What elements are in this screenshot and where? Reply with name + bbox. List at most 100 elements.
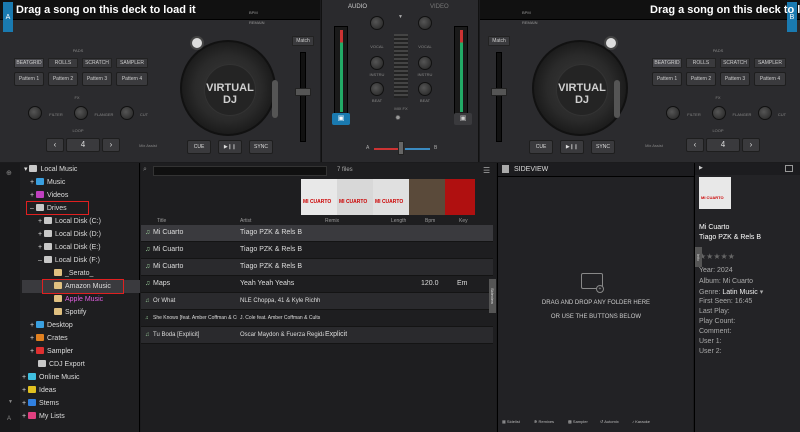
- tree-item-ideas[interactable]: + Ideas: [22, 385, 56, 397]
- tree-item-online-music[interactable]: + Online Music: [22, 372, 80, 384]
- column-header-artist[interactable]: Artist: [240, 218, 251, 224]
- sidebar-letter-icon[interactable]: A: [7, 416, 11, 422]
- tab-video[interactable]: VIDEO: [430, 4, 449, 10]
- instru-knob-right[interactable]: [418, 56, 432, 70]
- deck-letter[interactable]: A: [3, 2, 13, 32]
- pad-mode-beatgrid[interactable]: BEATGRID: [652, 58, 682, 68]
- pad-pattern-1[interactable]: Pattern 1: [14, 72, 44, 86]
- track-row[interactable]: ♫ Mi Cuarto Tiago PZK & Rels B: [141, 225, 493, 242]
- pitch-slider-handle[interactable]: [295, 88, 311, 96]
- rating-stars[interactable]: ★★★★★: [699, 252, 735, 261]
- tree-item-stems[interactable]: + Stems: [22, 398, 59, 410]
- pitch-slider-track[interactable]: [496, 52, 502, 142]
- cut-knob[interactable]: [758, 106, 772, 120]
- mix-fx-icon[interactable]: ✹: [395, 114, 401, 122]
- mix-assist-label[interactable]: Mix Assist: [642, 143, 666, 148]
- album-art-thumb[interactable]: MI CUARTO: [373, 179, 409, 215]
- column-header-key[interactable]: Key: [459, 218, 468, 224]
- pad-pattern-2[interactable]: Pattern 2: [48, 72, 78, 86]
- pad-mode-sampler[interactable]: SAMPLER: [754, 58, 786, 68]
- mixer-tab-arrow-icon[interactable]: ▼: [398, 14, 403, 20]
- track-row[interactable]: ♫ Or What NLE Choppa, 41 & Kyle Richh: [141, 293, 493, 310]
- pitch-slider-track[interactable]: [300, 52, 306, 142]
- tree-item-apple-music[interactable]: Apple Music: [54, 294, 103, 306]
- mix-assist-label[interactable]: Mix Assist: [136, 143, 160, 148]
- sync-button[interactable]: SYNC: [591, 140, 615, 154]
- pad-pattern-3[interactable]: Pattern 3: [82, 72, 112, 86]
- tree-item-cdj-export[interactable]: CDJ Export: [38, 359, 85, 371]
- loop-double-button[interactable]: ›: [102, 138, 120, 152]
- album-art-thumb[interactable]: [445, 179, 475, 215]
- filter-knob[interactable]: [666, 106, 680, 120]
- album-art-thumb[interactable]: MI CUARTO: [301, 179, 337, 215]
- pad-mode-sampler[interactable]: SAMPLER: [116, 58, 148, 68]
- column-header-length[interactable]: Length: [391, 218, 406, 224]
- play-pause-button[interactable]: ▶❙❙: [560, 140, 584, 154]
- pad-mode-scratch[interactable]: SCRATCH: [82, 58, 112, 68]
- tab-automix[interactable]: ↺ Automix: [600, 416, 619, 428]
- search-input[interactable]: [153, 166, 327, 176]
- pitch-slider-handle[interactable]: [491, 88, 507, 96]
- tree-item-disk-e[interactable]: + Local Disk (E:): [38, 242, 101, 254]
- track-row[interactable]: ♫ Mi Cuarto Tiago PZK & Rels B: [141, 242, 493, 259]
- play-pause-button[interactable]: ▶❙❙: [218, 140, 242, 154]
- headphone-left-button[interactable]: ▣: [332, 113, 350, 125]
- tab-remixes[interactable]: ✼ Remixes: [534, 416, 554, 428]
- tree-item-my-lists[interactable]: + My Lists: [22, 411, 65, 423]
- pad-pattern-3[interactable]: Pattern 3: [720, 72, 750, 86]
- tree-item-disk-f[interactable]: – Local Disk (F:): [38, 255, 100, 267]
- pad-pattern-2[interactable]: Pattern 2: [686, 72, 716, 86]
- tree-item-music[interactable]: + Music: [30, 177, 65, 189]
- album-art-thumb[interactable]: [409, 179, 445, 215]
- tab-audio[interactable]: AUDIO: [348, 4, 367, 10]
- column-header-title[interactable]: Title: [157, 218, 166, 224]
- beat-knob-left[interactable]: [370, 82, 384, 96]
- flanger-knob[interactable]: [74, 106, 88, 120]
- loop-size-display[interactable]: 4: [66, 138, 100, 152]
- tree-item-sampler[interactable]: + Sampler: [30, 346, 73, 358]
- tree-item-disk-d[interactable]: + Local Disk (D:): [38, 229, 101, 241]
- chevron-down-icon[interactable]: ▾: [760, 289, 764, 296]
- vocal-knob-right[interactable]: [418, 16, 432, 30]
- filter-knob[interactable]: [28, 106, 42, 120]
- info-play-icon[interactable]: ▶: [699, 165, 703, 171]
- track-row[interactable]: ♫ Mi Cuarto Tiago PZK & Rels B: [141, 259, 493, 276]
- loop-half-button[interactable]: ‹: [46, 138, 64, 152]
- pad-mode-scratch[interactable]: SCRATCH: [720, 58, 750, 68]
- cut-knob[interactable]: [120, 106, 134, 120]
- album-art-thumb[interactable]: MI CUARTO: [337, 179, 373, 215]
- pad-pattern-1[interactable]: Pattern 1: [652, 72, 682, 86]
- jog-wheel[interactable]: VIRTUAL DJ: [180, 40, 276, 136]
- tab-sampler[interactable]: ▩ Sampler: [568, 416, 588, 428]
- loop-double-button[interactable]: ›: [742, 138, 760, 152]
- sideview-toggle-tab[interactable]: Sideview: [489, 279, 496, 313]
- tab-sidelist[interactable]: ▦ Sidelist: [502, 416, 520, 428]
- flanger-knob[interactable]: [712, 106, 726, 120]
- loop-half-button[interactable]: ‹: [686, 138, 704, 152]
- match-button[interactable]: Match: [292, 36, 314, 46]
- tree-item-crates[interactable]: + Crates: [30, 333, 68, 345]
- crossfader-handle[interactable]: [398, 141, 404, 155]
- browser-menu-icon[interactable]: ☰: [483, 166, 490, 175]
- sidebar-scroll-down-icon[interactable]: ▼: [8, 399, 13, 405]
- column-header-bpm[interactable]: Bpm: [425, 218, 435, 224]
- pad-pattern-4[interactable]: Pattern 4: [116, 72, 148, 86]
- tab-karaoke[interactable]: ♪ Karaoke: [632, 416, 650, 428]
- headphone-right-button[interactable]: ▣: [454, 113, 472, 125]
- pad-mode-rolls[interactable]: ROLLS: [686, 58, 716, 68]
- vocal-knob-left[interactable]: [370, 16, 384, 30]
- pad-mode-beatgrid[interactable]: BEATGRID: [14, 58, 44, 68]
- pad-mode-rolls[interactable]: ROLLS: [48, 58, 78, 68]
- instru-knob-left[interactable]: [370, 56, 384, 70]
- track-row[interactable]: ♫ Tu Boda [Explicit] Oscar Maydon & Fuer…: [141, 327, 493, 344]
- search-icon[interactable]: ⌕: [143, 166, 147, 174]
- info-toggle-tab[interactable]: Info: [695, 247, 702, 267]
- tree-item-disk-c[interactable]: + Local Disk (C:): [38, 216, 101, 228]
- cue-button[interactable]: CUE: [187, 140, 211, 154]
- tree-item-local-music[interactable]: ▾ Local Music: [24, 164, 77, 176]
- loop-size-display[interactable]: 4: [706, 138, 740, 152]
- info-bar-icon[interactable]: [785, 165, 793, 172]
- sync-button[interactable]: SYNC: [249, 140, 273, 154]
- column-header-remix[interactable]: Remix: [325, 218, 339, 224]
- beat-knob-right[interactable]: [418, 82, 432, 96]
